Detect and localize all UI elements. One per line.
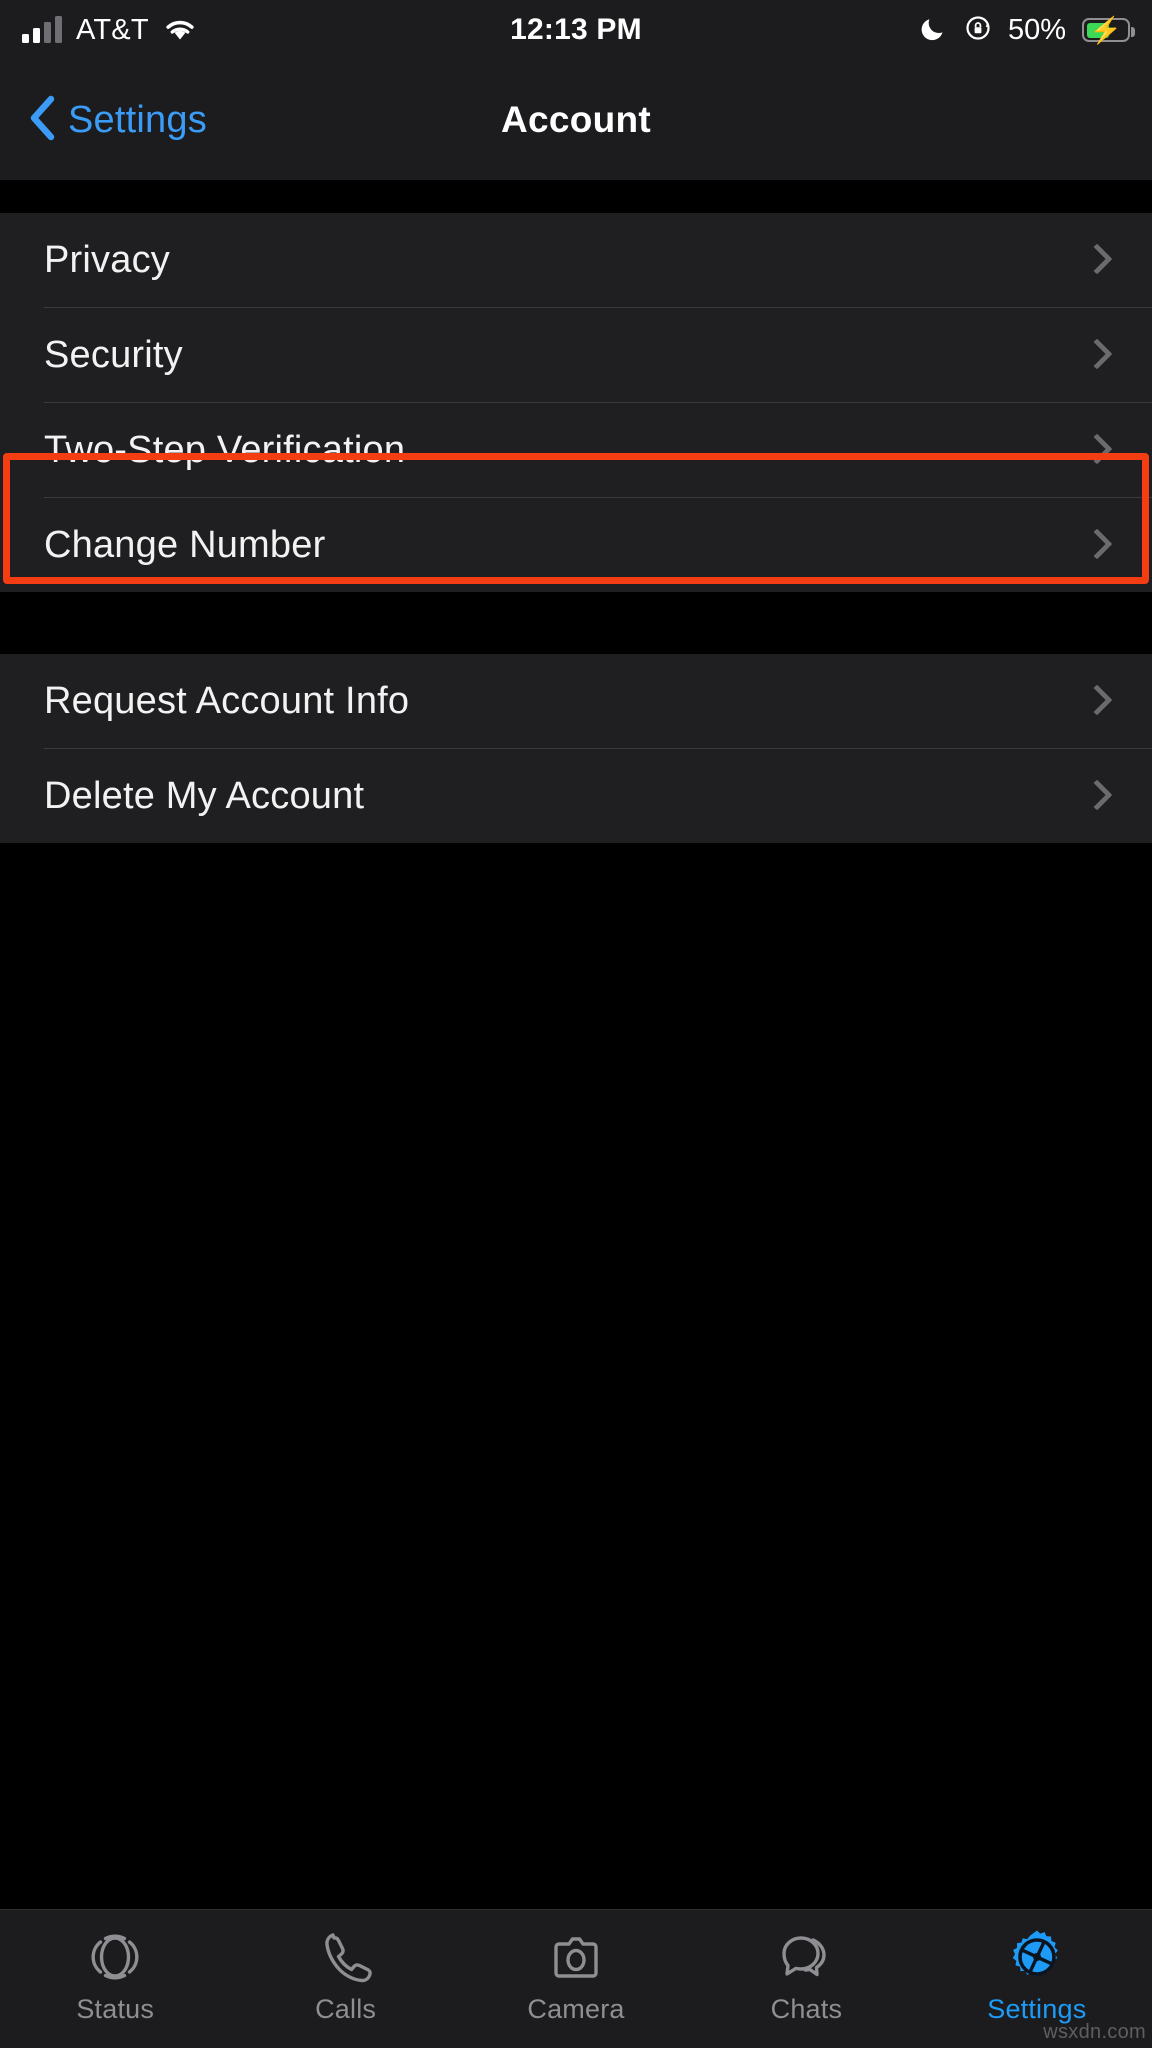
- rotation-lock-icon: [964, 14, 992, 47]
- chevron-right-icon: [1084, 336, 1106, 374]
- navigation-bar: Settings Account: [0, 60, 1152, 181]
- tab-calls[interactable]: Calls: [230, 1910, 460, 2048]
- account-actions-group: Request Account Info Delete My Account: [0, 654, 1152, 843]
- battery-percent-label: 50%: [1007, 13, 1066, 46]
- tab-label: Status: [76, 1994, 155, 2024]
- battery-charging-icon: ⚡: [1082, 17, 1135, 43]
- do-not-disturb-moon-icon: [920, 14, 948, 47]
- status-bar-right: 50% ⚡: [920, 0, 1135, 60]
- clock-label: 12:13 PM: [510, 13, 642, 46]
- tab-chats[interactable]: Chats: [691, 1910, 921, 2048]
- phone-handset-icon: [315, 1926, 377, 1988]
- chevron-right-icon: [1084, 777, 1106, 815]
- tab-label: Calls: [315, 1994, 377, 2024]
- camera-icon: [545, 1926, 607, 1988]
- list-item-label: Security: [44, 333, 183, 376]
- tab-settings[interactable]: Settings: [922, 1910, 1152, 2048]
- list-row-security[interactable]: Security: [0, 308, 1152, 402]
- phone-screen: AT&T 12:13 PM 50% ⚡ Settings Account Pri…: [0, 0, 1152, 2048]
- status-rings-icon: [84, 1926, 146, 1988]
- account-settings-group: Privacy Security Two-Step Verification C…: [0, 213, 1152, 592]
- tab-label: Camera: [527, 1994, 625, 2024]
- tab-bar: Status Calls Camera Chats Settings wsxdn…: [0, 1909, 1152, 2048]
- status-bar: AT&T 12:13 PM 50% ⚡: [0, 0, 1152, 60]
- chevron-right-icon: [1084, 241, 1106, 279]
- list-item-label: Privacy: [44, 238, 170, 281]
- gear-icon: [1006, 1926, 1068, 1988]
- list-row-delete-my-account[interactable]: Delete My Account: [0, 749, 1152, 843]
- list-row-change-number[interactable]: Change Number: [0, 498, 1152, 592]
- tab-camera[interactable]: Camera: [461, 1910, 691, 2048]
- chat-bubbles-icon: [775, 1926, 837, 1988]
- list-item-label: Request Account Info: [44, 679, 410, 722]
- settings-list: Privacy Security Two-Step Verification C…: [0, 181, 1152, 1909]
- chevron-right-icon: [1084, 682, 1106, 720]
- chevron-right-icon: [1084, 526, 1106, 564]
- chevron-right-icon: [1084, 431, 1106, 469]
- tab-label: Settings: [987, 1994, 1087, 2024]
- page-title: Account: [500, 99, 652, 140]
- list-item-label: Two-Step Verification: [44, 428, 406, 471]
- list-top-spacer: [0, 181, 1152, 213]
- list-item-label: Change Number: [44, 523, 326, 566]
- list-row-request-account-info[interactable]: Request Account Info: [0, 654, 1152, 748]
- list-item-label: Delete My Account: [44, 774, 365, 817]
- tab-status[interactable]: Status: [0, 1910, 230, 2048]
- tab-label: Chats: [770, 1994, 843, 2024]
- list-row-privacy[interactable]: Privacy: [0, 213, 1152, 307]
- list-row-two-step-verification[interactable]: Two-Step Verification: [0, 403, 1152, 497]
